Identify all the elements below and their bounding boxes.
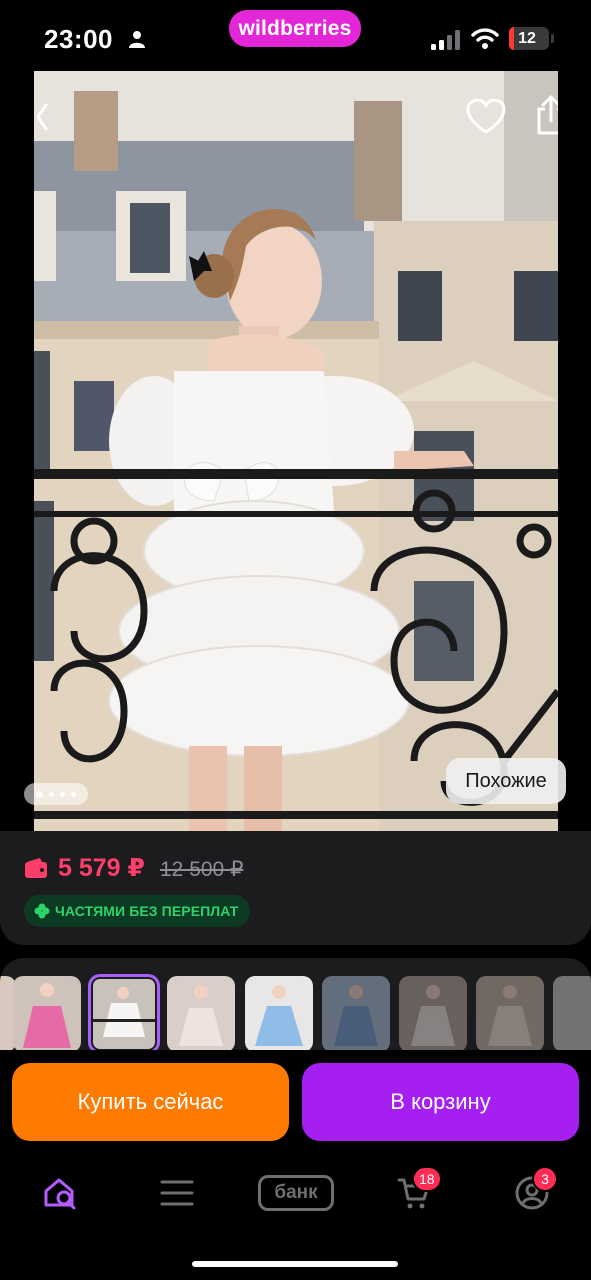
pagination-dot — [71, 791, 76, 797]
thumbnail-pink-dress[interactable] — [13, 976, 81, 1052]
profile-badge: 3 — [532, 1166, 558, 1192]
action-bar: Купить сейчас В корзину — [0, 1050, 591, 1154]
battery-indicator: 12 — [509, 27, 549, 50]
thumbnail-white-dress-selected[interactable] — [88, 974, 160, 1054]
bottom-tab-bar: банк 18 3 — [0, 1154, 591, 1280]
bank-icon: банк — [258, 1175, 334, 1211]
status-bar: 23:00 wildberries 12 — [0, 0, 591, 72]
product-photo-scene — [34, 71, 558, 831]
home-search-icon — [44, 1178, 76, 1210]
pagination-dot — [49, 791, 54, 797]
installment-badge[interactable]: ЧАСТЯМИ БЕЗ ПЕРЕПЛАТ — [24, 895, 251, 927]
favorite-heart-icon[interactable] — [466, 99, 506, 135]
add-to-cart-button[interactable]: В корзину — [302, 1063, 579, 1141]
back-chevron-icon[interactable] — [34, 95, 74, 139]
tab-catalog[interactable] — [147, 1170, 207, 1216]
product-photo[interactable] — [34, 71, 558, 831]
thumbnail-white-dress-studio[interactable] — [167, 976, 235, 1052]
home-indicator — [192, 1261, 398, 1267]
similar-products-button[interactable]: Похожие — [446, 758, 566, 804]
thumbnail-partial-right[interactable] — [553, 976, 591, 1052]
battery-percent: 12 — [518, 29, 536, 47]
thumbnail-cream-dress[interactable] — [476, 976, 544, 1052]
cellular-signal-icon — [431, 30, 460, 50]
tab-bank[interactable]: банк — [257, 1170, 335, 1216]
thumbnail-white-dress-room[interactable] — [399, 976, 467, 1052]
thumbnail-blue-dress[interactable] — [245, 976, 313, 1052]
thumbnail-blue-dress-2[interactable] — [322, 976, 390, 1052]
old-price: 12 500 ₽ — [160, 858, 244, 881]
battery-nub — [551, 34, 554, 43]
price-card: 5 579 ₽ 12 500 ₽ ЧАСТЯМИ БЕЗ ПЕРЕПЛАТ — [0, 831, 591, 945]
person-icon — [129, 31, 145, 48]
photo-pagination-dots — [24, 783, 88, 805]
cart-badge: 18 — [412, 1166, 442, 1192]
clock: 23:00 — [44, 24, 113, 54]
tab-home-search[interactable] — [30, 1170, 90, 1216]
wallet-icon — [25, 858, 47, 878]
brand-logo: wildberries — [229, 10, 361, 47]
menu-icon — [160, 1180, 194, 1206]
thumbnail-strip[interactable] — [0, 958, 591, 1058]
installment-label: ЧАСТЯМИ БЕЗ ПЕРЕПЛАТ — [55, 903, 239, 919]
pagination-dot-active — [36, 790, 43, 798]
share-icon[interactable] — [534, 95, 558, 135]
current-price: 5 579 ₽ — [58, 854, 145, 882]
buy-now-button[interactable]: Купить сейчас — [12, 1063, 289, 1141]
wifi-icon — [471, 28, 499, 49]
clover-icon — [34, 903, 50, 919]
pagination-dot — [60, 791, 65, 797]
